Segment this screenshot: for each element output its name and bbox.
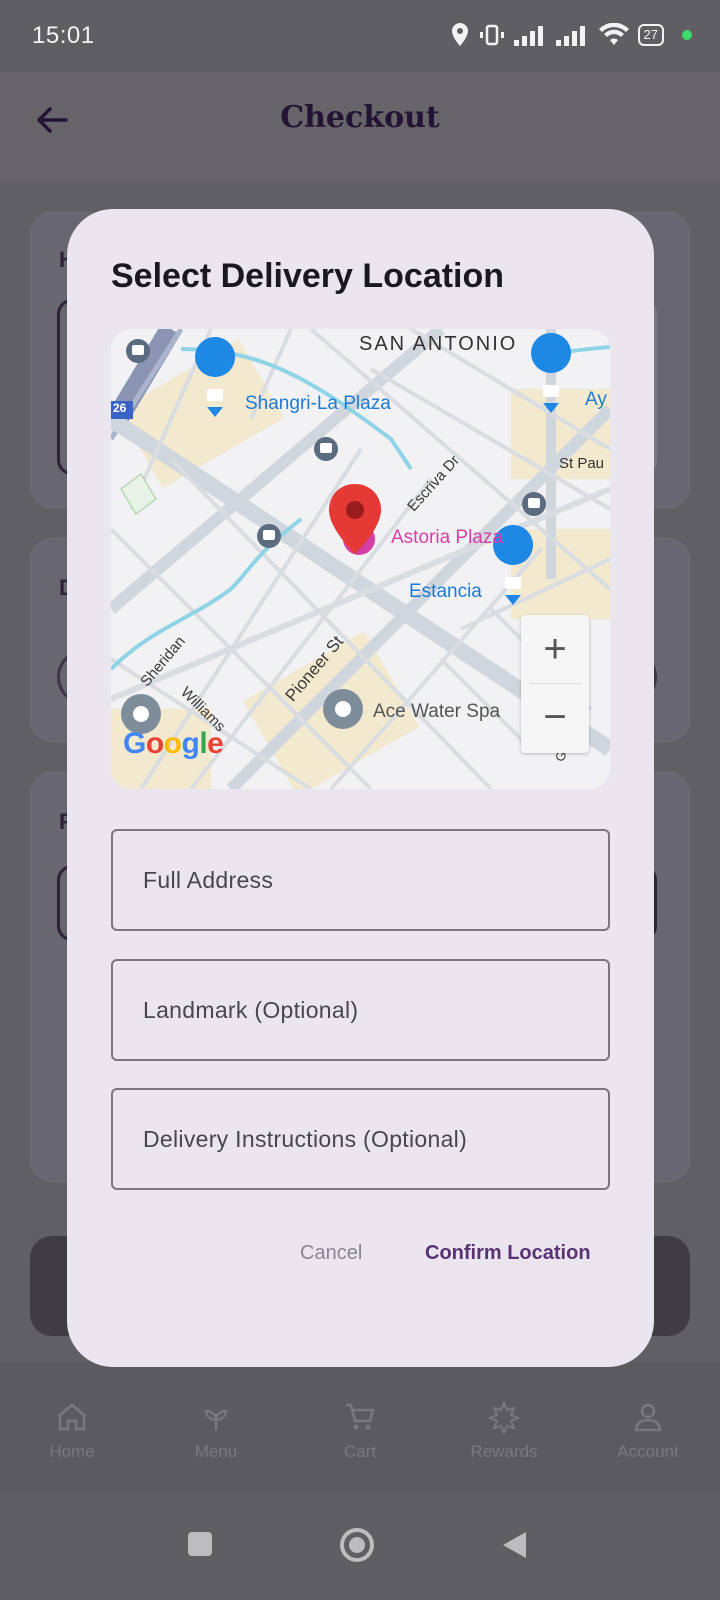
bottom-nav: Home Menu Cart Rewards Account	[0, 1362, 720, 1492]
map-place-ay[interactable]: Ay	[585, 389, 607, 411]
location-icon	[451, 23, 468, 46]
map-route-shield: 26	[113, 401, 127, 415]
landmark-placeholder: Landmark (Optional)	[143, 997, 359, 1023]
nav-label-account: Account	[617, 1442, 679, 1461]
nav-label-home: Home	[49, 1442, 95, 1461]
map-place-estancia[interactable]: Estancia	[409, 581, 482, 603]
cancel-button[interactable]: Cancel	[300, 1242, 362, 1265]
system-nav-bar	[0, 1492, 720, 1600]
back-triangle-icon[interactable]	[500, 1530, 528, 1560]
google-logo: Google	[123, 727, 224, 760]
rewards-icon	[487, 1400, 521, 1434]
zoom-in-button[interactable]: +	[521, 615, 589, 683]
map-view[interactable]: SAN ANTONIO Shangri-La Plaza Ay St Pau A…	[111, 329, 610, 789]
nav-item-menu[interactable]: Menu	[144, 1362, 288, 1492]
nav-label-menu: Menu	[194, 1442, 238, 1461]
map-place-astoria[interactable]: Astoria Plaza	[391, 527, 503, 549]
battery-indicator: 27	[637, 24, 664, 46]
page-title: Checkout	[280, 100, 440, 135]
recents-icon[interactable]	[186, 1530, 214, 1558]
signal-icon-2	[555, 26, 585, 46]
nav-item-rewards[interactable]: Rewards	[432, 1362, 576, 1492]
map-place-st-pau: St Pau	[559, 455, 605, 472]
signal-icon	[513, 26, 543, 46]
cart-icon	[346, 1403, 375, 1430]
app-header: Checkout	[0, 72, 720, 182]
delivery-instructions-placeholder: Delivery Instructions (Optional)	[143, 1126, 468, 1152]
menu-leaf-icon	[204, 1409, 228, 1430]
home-circle-icon[interactable]	[338, 1526, 376, 1564]
zoom-out-button[interactable]: −	[521, 683, 589, 751]
status-bar: 15:01 27	[0, 0, 720, 72]
confirm-location-button[interactable]: Confirm Location	[425, 1242, 591, 1265]
account-icon	[634, 1403, 662, 1432]
landmark-field[interactable]: Landmark (Optional)	[111, 959, 610, 1061]
full-address-field[interactable]: Full Address	[111, 829, 610, 931]
nav-item-cart[interactable]: Cart	[288, 1362, 432, 1492]
delivery-instructions-field[interactable]: Delivery Instructions (Optional)	[111, 1088, 610, 1190]
nav-item-home[interactable]: Home	[0, 1362, 144, 1492]
vibrate-icon	[479, 24, 504, 46]
privacy-dot	[682, 30, 692, 40]
map-area-label: SAN ANTONIO	[359, 333, 518, 355]
dialog-title: Select Delivery Location	[111, 257, 505, 295]
wifi-icon	[598, 23, 629, 45]
nav-item-account[interactable]: Account	[576, 1362, 720, 1492]
nav-label-cart: Cart	[343, 1442, 377, 1461]
select-location-dialog: Select Delivery Location SAN ANTONIO Sha…	[67, 209, 654, 1367]
full-address-placeholder: Full Address	[143, 867, 274, 893]
map-place-shangri-la[interactable]: Shangri-La Plaza	[245, 393, 391, 415]
nav-label-rewards: Rewards	[470, 1442, 538, 1461]
status-icons: 27	[450, 22, 692, 48]
home-icon	[58, 1403, 86, 1431]
zoom-controls: + −	[521, 615, 589, 753]
status-time: 15:01	[32, 22, 95, 49]
map-place-ace-water-spa[interactable]: Ace Water Spa	[373, 701, 500, 723]
